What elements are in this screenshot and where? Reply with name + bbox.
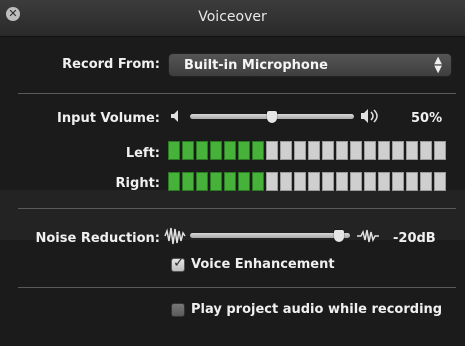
meter-segment	[294, 172, 306, 191]
meter-segment	[224, 141, 236, 160]
meter-segment	[350, 172, 362, 191]
meter-segment	[224, 172, 236, 191]
separator	[18, 93, 456, 94]
play-project-audio-checkbox[interactable]	[171, 303, 185, 317]
meter-segment	[294, 141, 306, 160]
meter-segment	[406, 141, 418, 160]
chevron-updown-icon: ▲ ▼	[434, 55, 442, 75]
meter-segment	[238, 141, 250, 160]
window-title: Voiceover	[198, 9, 267, 25]
voice-enhancement-checkbox[interactable]: ✓	[171, 255, 185, 272]
meter-segment	[420, 172, 432, 191]
record-from-value: Built-in Microphone	[184, 58, 328, 73]
meter-segment	[350, 141, 362, 160]
input-volume-knob[interactable]	[267, 111, 277, 123]
checkmark-icon: ✓	[173, 255, 185, 271]
title-bar: ✕ Voiceover	[0, 0, 465, 37]
meter-segment	[392, 172, 404, 191]
speaker-low-icon	[171, 110, 178, 122]
meter-segment	[392, 141, 404, 160]
noise-reduction-value: -20dB	[393, 231, 436, 246]
meter-segment	[378, 141, 390, 160]
noise-reduction-knob[interactable]	[333, 230, 344, 242]
input-volume-value: 50%	[411, 111, 443, 126]
meter-segment	[322, 141, 334, 160]
meter-segment	[322, 172, 334, 191]
meter-segment	[168, 141, 180, 160]
meter-segment	[210, 141, 222, 160]
right-meter-label: Right:	[115, 176, 160, 191]
input-volume-label: Input Volume:	[57, 111, 160, 126]
meter-segment	[182, 172, 194, 191]
meter-segment	[364, 172, 376, 191]
meter-segment	[336, 172, 348, 191]
meter-segment	[336, 141, 348, 160]
noise-reduction-slider[interactable]	[190, 233, 350, 238]
meter-segment	[378, 172, 390, 191]
meter-segment	[308, 141, 320, 160]
separator	[18, 208, 456, 209]
meter-segment	[364, 141, 376, 160]
left-meter-label: Left:	[125, 146, 160, 161]
clean-waveform-icon	[357, 229, 379, 243]
right-level-meter	[168, 172, 446, 191]
meter-segment	[238, 172, 250, 191]
left-level-meter	[168, 141, 446, 160]
play-project-audio-label: Play project audio while recording	[191, 302, 443, 317]
meter-segment	[280, 172, 292, 191]
meter-segment	[434, 141, 446, 160]
meter-segment	[434, 172, 446, 191]
meter-segment	[168, 172, 180, 191]
meter-segment	[252, 141, 264, 160]
meter-segment	[182, 141, 194, 160]
noise-reduction-label: Noise Reduction:	[35, 231, 161, 246]
speaker-high-icon	[361, 109, 378, 123]
meter-segment	[196, 172, 208, 191]
meter-segment	[252, 172, 264, 191]
meter-segment	[406, 172, 418, 191]
noise-waveform-icon	[164, 227, 186, 245]
meter-segment	[210, 172, 222, 191]
record-from-label: Record From:	[62, 57, 160, 72]
meter-segment	[308, 172, 320, 191]
separator	[18, 287, 456, 288]
record-from-dropdown[interactable]: Built-in Microphone ▲ ▼	[168, 53, 452, 77]
meter-segment	[196, 141, 208, 160]
meter-segment	[280, 141, 292, 160]
meter-segment	[266, 172, 278, 191]
meter-segment	[420, 141, 432, 160]
meter-segment	[266, 141, 278, 160]
voice-enhancement-label: Voice Enhancement	[191, 257, 335, 272]
